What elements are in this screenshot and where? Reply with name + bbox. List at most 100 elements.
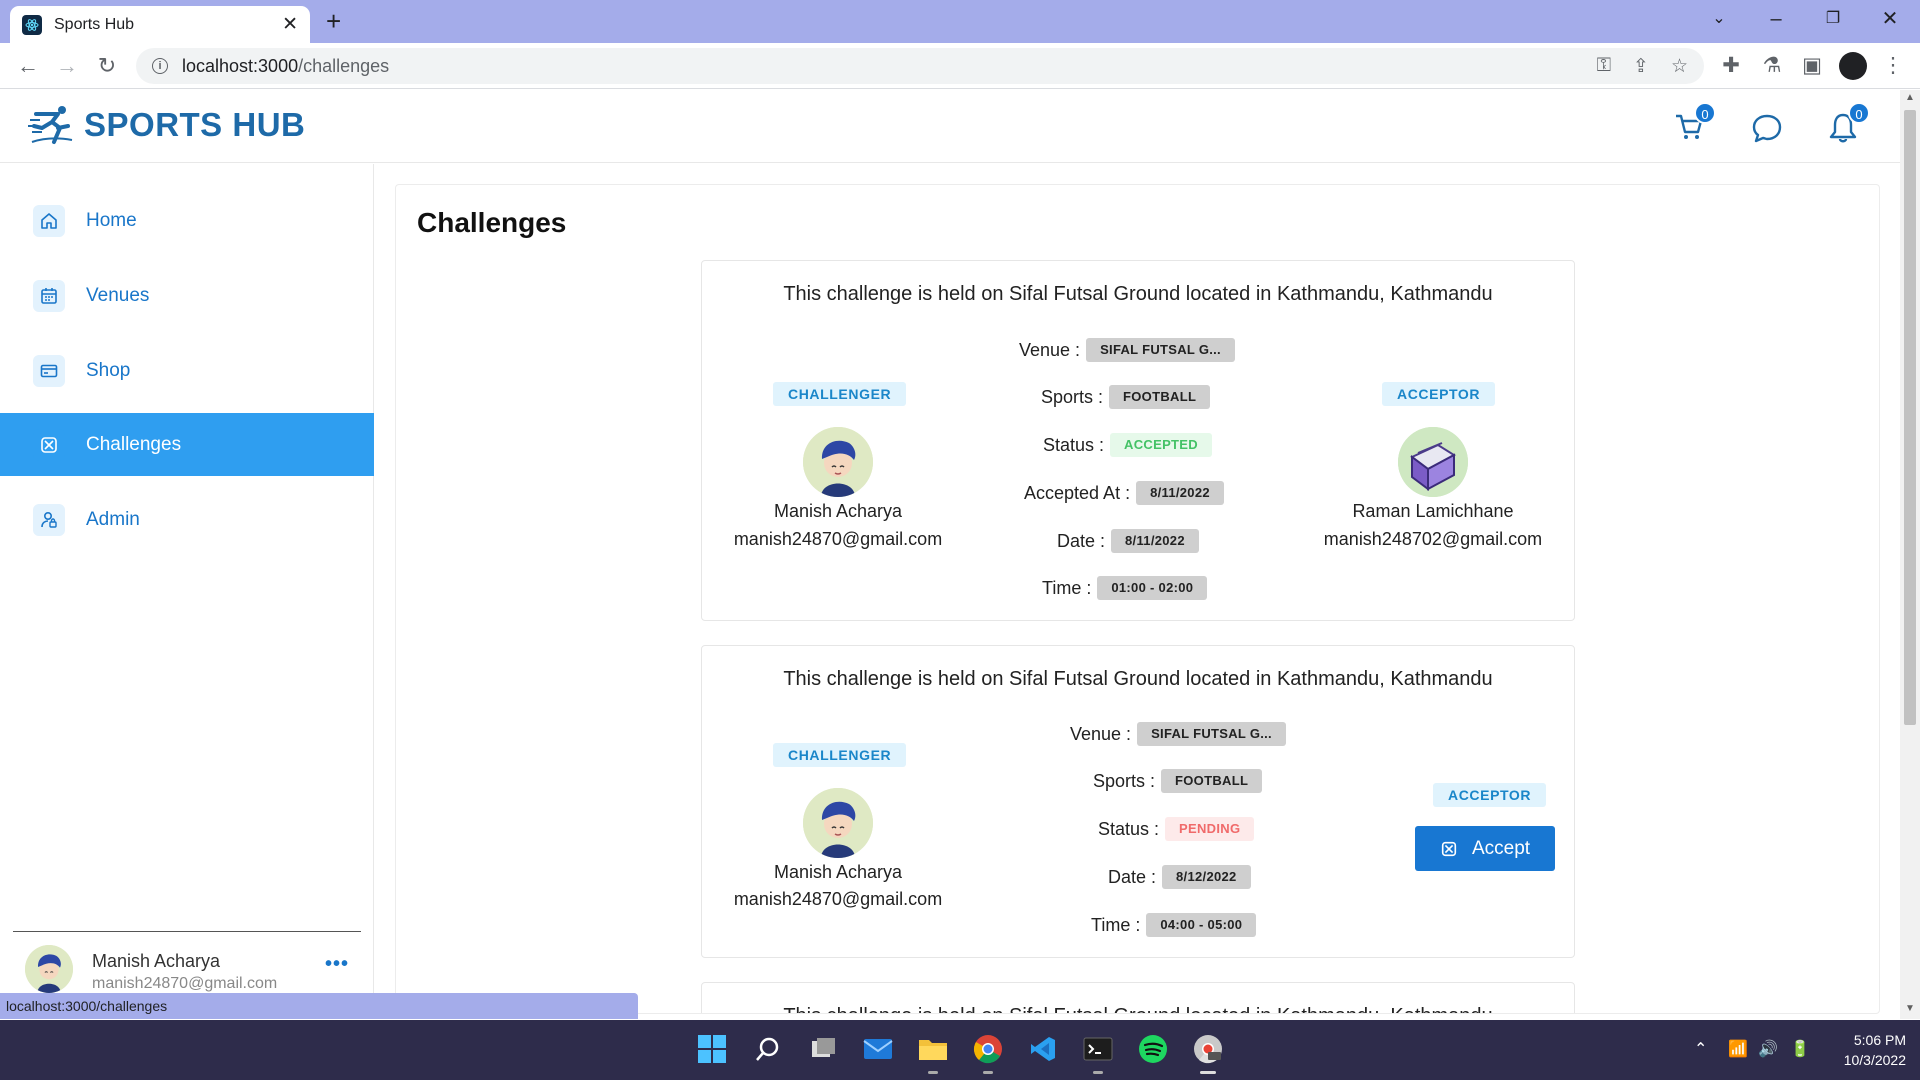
accepted-at-chip: 8/11/2022 (1136, 481, 1224, 505)
terminal-icon[interactable] (1080, 1031, 1116, 1074)
back-icon[interactable]: ← (14, 52, 42, 80)
sidebar-user-profile[interactable]: Manish Acharya manish24870@gmail.com ••• (25, 945, 365, 995)
mail-icon[interactable] (860, 1031, 896, 1067)
browser-tab[interactable]: Sports Hub ✕ (10, 6, 310, 43)
extensions-puzzle-icon[interactable]: ✚ (1717, 53, 1745, 78)
address-bar[interactable]: i localhost:3000/challenges ⚿ ⇪ ☆ (136, 48, 1704, 84)
accept-button[interactable]: Accept (1415, 826, 1555, 871)
sports-row: Sports : FOOTBALL (1093, 769, 1263, 793)
spotify-icon[interactable] (1135, 1031, 1171, 1067)
window-close-icon[interactable]: ✕ (1875, 6, 1905, 32)
tab-title: Sports Hub (54, 15, 135, 33)
chrome-icon[interactable] (970, 1031, 1006, 1074)
challenger-name: Manish Acharya (773, 501, 903, 521)
date-key: Date : (1108, 866, 1157, 887)
key-icon[interactable]: ⚿ (1597, 55, 1611, 77)
acceptor-name: Raman Lamichhane (1352, 501, 1514, 521)
challenge-icon (33, 428, 65, 461)
volume-icon[interactable]: 🔊 (1758, 1039, 1778, 1059)
time-chip: 04:00 - 05:00 (1146, 913, 1257, 937)
venue-row: Venue : SIFAL FUTSAL G... (1019, 338, 1235, 362)
minimize-icon[interactable]: – (1761, 6, 1791, 32)
vscode-icon[interactable] (1025, 1031, 1061, 1067)
profile-avatar-icon[interactable] (1839, 52, 1867, 80)
chrome-menu-icon[interactable]: ⋮ (1879, 53, 1907, 78)
bookmark-star-icon[interactable]: ☆ (1671, 55, 1688, 78)
challenger-avatar (803, 427, 873, 497)
time-key: Time : (1042, 577, 1092, 598)
new-tab-icon[interactable]: + (326, 8, 341, 34)
messages-button[interactable] (1751, 112, 1785, 146)
challenge-card: This challenge is held on Sifal Futsal G… (701, 260, 1575, 621)
page-scrollbar[interactable]: ▲ ▼ (1900, 90, 1920, 1019)
search-icon[interactable] (750, 1031, 786, 1067)
status-badge: PENDING (1165, 817, 1255, 841)
scroll-up-icon[interactable]: ▲ (1905, 92, 1915, 103)
challenges-panel: Challenges This challenge is held on Sif… (395, 184, 1880, 1014)
sidebar-item-label: Home (86, 209, 137, 231)
site-info-icon[interactable]: i (152, 58, 168, 74)
brand-name: SPORTS HUB (84, 106, 306, 143)
challenger-badge: CHALLENGER (773, 743, 907, 767)
running-indicator (983, 1071, 993, 1074)
challenger-badge: CHALLENGER (773, 382, 907, 406)
file-explorer-icon[interactable] (915, 1031, 951, 1074)
clock-time: 5:06 PM (1853, 1032, 1906, 1048)
start-windows-icon[interactable] (694, 1031, 730, 1067)
wifi-icon[interactable]: 📶 (1728, 1039, 1748, 1059)
status-key: Status : (1098, 818, 1160, 839)
restore-icon[interactable]: ❐ (1818, 6, 1848, 32)
app-header: SPORTS HUB 0 0 (0, 90, 1900, 163)
chrome-dev-icon[interactable] (1190, 1031, 1226, 1074)
sports-chip: FOOTBALL (1109, 385, 1211, 409)
battery-icon[interactable]: 🔋 (1790, 1039, 1810, 1059)
lab-flask-icon[interactable]: ⚗ (1758, 53, 1786, 78)
sidebar-item-home[interactable]: Home (0, 189, 374, 252)
scrollbar-thumb[interactable] (1904, 110, 1916, 725)
sidebar-divider (13, 931, 361, 932)
sidebar-item-label: Venues (86, 284, 150, 306)
calendar-icon (33, 279, 65, 312)
sports-row: Sports : FOOTBALL (1041, 385, 1211, 409)
sidebar: Home Venues Shop Challenges Admin Manish… (0, 164, 374, 994)
chat-bubble-icon (1752, 114, 1782, 143)
date-chip: 8/12/2022 (1162, 865, 1251, 889)
home-icon (33, 204, 65, 237)
system-clock[interactable]: 5:06 PM 10/3/2022 (1826, 1030, 1906, 1070)
challenger-name: Manish Acharya (773, 862, 903, 882)
link-status-bar: localhost:3000/challenges (0, 993, 638, 1019)
clock-date: 10/3/2022 (1843, 1052, 1906, 1068)
status-badge: ACCEPTED (1110, 433, 1212, 457)
react-favicon-icon (22, 14, 42, 35)
notifications-button[interactable]: 0 (1828, 102, 1870, 146)
sidebar-user-name: Manish Acharya (92, 951, 221, 971)
forward-icon[interactable]: → (53, 52, 81, 80)
sidebar-item-shop[interactable]: Shop (0, 339, 374, 402)
venue-key: Venue : (1070, 723, 1132, 744)
tab-close-icon[interactable]: ✕ (282, 15, 298, 34)
tab-search-icon[interactable]: ⌄ (1704, 6, 1734, 32)
venue-row: Venue : SIFAL FUTSAL G... (1070, 722, 1286, 746)
time-key: Time : (1091, 914, 1141, 935)
acceptor-badge: ACCEPTOR (1433, 783, 1547, 807)
reload-icon[interactable]: ↻ (93, 52, 121, 80)
scroll-down-icon[interactable]: ▼ (1905, 1003, 1915, 1014)
sidebar-item-challenges[interactable]: Challenges (0, 413, 374, 476)
sidebar-item-admin[interactable]: Admin (0, 488, 374, 551)
date-row: Date :8/12/2022 (1108, 865, 1251, 889)
share-icon[interactable]: ⇪ (1633, 55, 1649, 78)
sidebar-item-venues[interactable]: Venues (0, 264, 374, 327)
runner-logo-icon (28, 106, 73, 144)
more-options-icon[interactable]: ••• (325, 953, 349, 976)
task-view-icon[interactable] (805, 1031, 841, 1067)
show-hidden-icons-icon[interactable]: ⌃ (1694, 1039, 1707, 1059)
url-text[interactable]: localhost:3000/challenges (182, 56, 1575, 77)
challenger-email: manish24870@gmail.com (733, 889, 943, 909)
time-row: Time :04:00 - 05:00 (1091, 913, 1257, 937)
side-panel-icon[interactable]: ▣ (1798, 53, 1826, 78)
cart-button[interactable]: 0 (1674, 102, 1716, 146)
brand-logo[interactable]: SPORTS HUB (28, 104, 305, 146)
card-icon (33, 354, 65, 387)
time-chip: 01:00 - 02:00 (1097, 576, 1208, 600)
challenge-card: This challenge is held on Sifal Futsal G… (701, 645, 1575, 958)
